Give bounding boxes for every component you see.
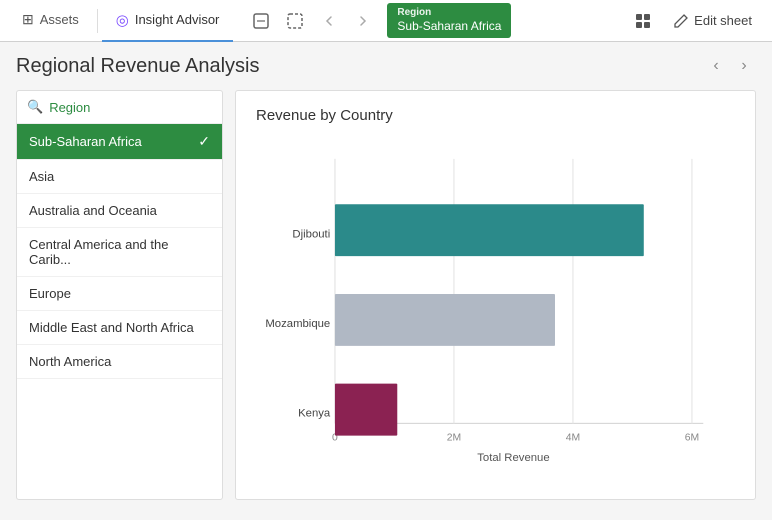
nav-tools bbox=[245, 5, 379, 37]
region-pill-label: Region bbox=[397, 6, 501, 19]
svg-text:6M: 6M bbox=[685, 432, 699, 443]
svg-text:Total Revenue: Total Revenue bbox=[477, 452, 549, 464]
sidebar-item-3[interactable]: Central America and the Carib... bbox=[17, 228, 222, 277]
region-pill-value: Sub-Saharan Africa bbox=[397, 19, 501, 35]
nav-divider bbox=[97, 9, 98, 33]
sidebar-item-0[interactable]: Sub-Saharan Africa✓ bbox=[17, 124, 222, 160]
page-header: Regional Revenue Analysis ‹ › bbox=[16, 54, 756, 78]
assets-label: Assets bbox=[40, 12, 79, 27]
region-filter-pill[interactable]: Region Sub-Saharan Africa bbox=[387, 3, 511, 38]
insight-advisor-label: Insight Advisor bbox=[135, 12, 220, 27]
sidebar-item-5[interactable]: Middle East and North Africa bbox=[17, 311, 222, 345]
lasso-tool-btn[interactable] bbox=[245, 5, 277, 37]
edit-sheet-label: Edit sheet bbox=[694, 13, 752, 28]
svg-text:Djibouti: Djibouti bbox=[292, 228, 330, 240]
page-area: Regional Revenue Analysis ‹ › 🔍 Region S… bbox=[0, 42, 772, 520]
assets-tab[interactable]: ⊞ Assets bbox=[8, 0, 93, 42]
back-tool-btn[interactable] bbox=[313, 5, 345, 37]
forward-tool-btn[interactable] bbox=[347, 5, 379, 37]
insight-icon: ◎ bbox=[116, 11, 129, 29]
selection-tool-btn[interactable] bbox=[279, 5, 311, 37]
checkmark-icon: ✓ bbox=[198, 133, 210, 150]
chart-title: Revenue by Country bbox=[256, 107, 735, 124]
top-nav: ⊞ Assets ◎ Insight Advisor bbox=[0, 0, 772, 42]
sidebar-item-1[interactable]: Asia bbox=[17, 160, 222, 194]
prev-arrow-btn[interactable]: ‹ bbox=[704, 54, 728, 78]
sidebar-item-4[interactable]: Europe bbox=[17, 277, 222, 311]
next-arrow-btn[interactable]: › bbox=[732, 54, 756, 78]
svg-text:4M: 4M bbox=[566, 432, 580, 443]
chart-svg-area: 0 2M 4M 6M Total Revenue Djibouti Mozamb… bbox=[256, 140, 735, 480]
sidebar-list: Sub-Saharan Africa✓AsiaAustralia and Oce… bbox=[17, 124, 222, 499]
grid-view-btn[interactable] bbox=[625, 5, 661, 37]
sidebar-item-6[interactable]: North America bbox=[17, 345, 222, 379]
page-title: Regional Revenue Analysis bbox=[16, 55, 260, 78]
svg-text:Kenya: Kenya bbox=[298, 408, 331, 420]
region-sidebar: 🔍 Region Sub-Saharan Africa✓AsiaAustrali… bbox=[16, 90, 223, 500]
search-icon: 🔍 bbox=[27, 99, 43, 115]
insight-advisor-tab[interactable]: ◎ Insight Advisor bbox=[102, 0, 234, 42]
sidebar-search-bar[interactable]: 🔍 Region bbox=[17, 91, 222, 124]
svg-text:Mozambique: Mozambique bbox=[265, 318, 330, 330]
sidebar-item-2[interactable]: Australia and Oceania bbox=[17, 194, 222, 228]
chart-container: Revenue by Country 0 2M 4M 6M bbox=[235, 90, 756, 500]
grid-icon: ⊞ bbox=[22, 11, 34, 28]
edit-sheet-button[interactable]: Edit sheet bbox=[661, 8, 764, 34]
page-nav-arrows: ‹ › bbox=[704, 54, 756, 78]
main-content: 🔍 Region Sub-Saharan Africa✓AsiaAustrali… bbox=[16, 90, 756, 500]
svg-text:2M: 2M bbox=[447, 432, 461, 443]
search-label: Region bbox=[49, 100, 90, 115]
